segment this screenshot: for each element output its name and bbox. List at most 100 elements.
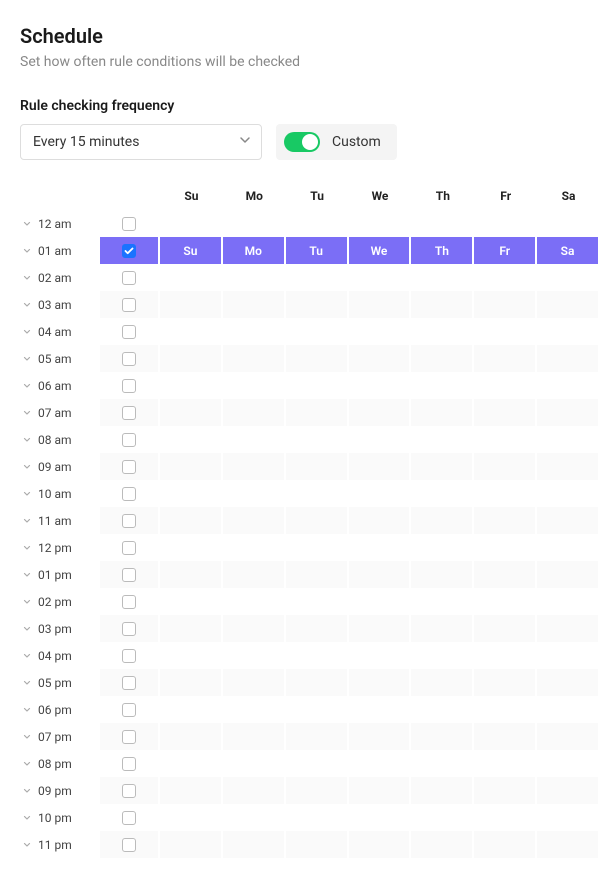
schedule-cell[interactable] [160,561,223,588]
hour-label[interactable]: 10 am [20,487,100,501]
schedule-cell[interactable] [537,345,600,372]
schedule-cell[interactable] [160,210,223,237]
schedule-cell[interactable] [286,372,349,399]
schedule-cell[interactable] [411,345,474,372]
schedule-cell[interactable] [349,831,412,858]
schedule-cell[interactable] [160,804,223,831]
row-checkbox[interactable] [122,244,136,258]
schedule-cell[interactable] [474,642,537,669]
schedule-cell[interactable] [537,615,600,642]
schedule-cell[interactable] [537,777,600,804]
schedule-cell[interactable] [411,723,474,750]
row-checkbox[interactable] [122,541,136,555]
schedule-cell[interactable]: Sa [537,237,600,264]
frequency-select[interactable]: Every 15 minutes [20,124,262,160]
schedule-cell[interactable] [537,642,600,669]
schedule-cell[interactable] [286,669,349,696]
schedule-cell[interactable] [223,264,286,291]
schedule-cell[interactable] [411,642,474,669]
schedule-cell[interactable] [537,480,600,507]
schedule-cell[interactable] [349,372,412,399]
schedule-cell[interactable] [349,804,412,831]
schedule-cell[interactable] [286,804,349,831]
hour-label[interactable]: 07 am [20,406,100,420]
schedule-cell[interactable] [411,777,474,804]
schedule-cell[interactable] [223,777,286,804]
row-checkbox[interactable] [122,676,136,690]
hour-label[interactable]: 05 am [20,352,100,366]
hour-label[interactable]: 08 pm [20,757,100,771]
schedule-cell[interactable] [349,210,412,237]
schedule-cell[interactable] [411,507,474,534]
schedule-cell[interactable] [160,507,223,534]
schedule-cell[interactable] [223,318,286,345]
schedule-cell[interactable] [474,588,537,615]
schedule-cell[interactable] [349,588,412,615]
schedule-cell[interactable] [286,318,349,345]
schedule-cell[interactable] [286,615,349,642]
hour-label[interactable]: 05 pm [20,676,100,690]
schedule-cell[interactable] [474,345,537,372]
schedule-cell[interactable] [537,399,600,426]
schedule-cell[interactable]: Su [160,237,223,264]
row-checkbox[interactable] [122,487,136,501]
schedule-cell[interactable] [160,669,223,696]
schedule-cell[interactable] [160,453,223,480]
schedule-cell[interactable] [160,642,223,669]
schedule-cell[interactable] [160,372,223,399]
schedule-cell[interactable] [474,399,537,426]
schedule-cell[interactable] [349,426,412,453]
schedule-cell[interactable] [160,696,223,723]
schedule-cell[interactable] [223,426,286,453]
schedule-cell[interactable] [160,426,223,453]
hour-label[interactable]: 03 pm [20,622,100,636]
schedule-cell[interactable] [223,291,286,318]
schedule-cell[interactable] [474,372,537,399]
row-checkbox[interactable] [122,784,136,798]
schedule-cell[interactable] [286,264,349,291]
schedule-cell[interactable] [474,561,537,588]
hour-label[interactable]: 01 pm [20,568,100,582]
row-checkbox[interactable] [122,730,136,744]
schedule-cell[interactable] [286,210,349,237]
custom-toggle[interactable] [284,132,320,152]
schedule-cell[interactable] [286,534,349,561]
schedule-cell[interactable]: Th [411,237,474,264]
hour-label[interactable]: 01 am [20,244,100,258]
schedule-cell[interactable] [160,534,223,561]
schedule-cell[interactable] [474,291,537,318]
row-checkbox[interactable] [122,298,136,312]
schedule-cell[interactable] [537,264,600,291]
schedule-cell[interactable]: Fr [474,237,537,264]
schedule-cell[interactable] [349,291,412,318]
schedule-cell[interactable] [537,318,600,345]
hour-label[interactable]: 06 pm [20,703,100,717]
row-checkbox[interactable] [122,757,136,771]
schedule-cell[interactable] [474,318,537,345]
schedule-cell[interactable] [160,264,223,291]
schedule-cell[interactable] [286,453,349,480]
schedule-cell[interactable] [349,534,412,561]
row-checkbox[interactable] [122,514,136,528]
schedule-cell[interactable] [349,777,412,804]
schedule-cell[interactable] [286,345,349,372]
row-checkbox[interactable] [122,271,136,285]
schedule-cell[interactable] [160,777,223,804]
schedule-cell[interactable] [411,615,474,642]
schedule-cell[interactable] [223,534,286,561]
row-checkbox[interactable] [122,433,136,447]
schedule-cell[interactable] [286,480,349,507]
hour-label[interactable]: 07 pm [20,730,100,744]
schedule-cell[interactable] [411,561,474,588]
schedule-cell[interactable] [411,669,474,696]
schedule-cell[interactable] [537,669,600,696]
schedule-cell[interactable] [286,399,349,426]
schedule-cell[interactable] [474,534,537,561]
schedule-cell[interactable] [223,750,286,777]
schedule-cell[interactable] [349,723,412,750]
schedule-cell[interactable] [474,453,537,480]
row-checkbox[interactable] [122,649,136,663]
hour-label[interactable]: 09 pm [20,784,100,798]
schedule-cell[interactable] [411,750,474,777]
schedule-cell[interactable] [349,318,412,345]
